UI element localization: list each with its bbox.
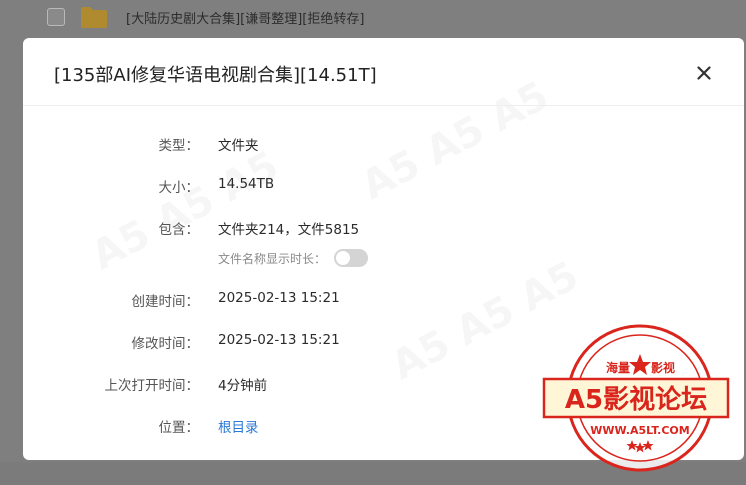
location-label: 位置： <box>158 420 200 436</box>
file-name[interactable]: [大陆历史剧大合集][谦哥整理][拒绝转存] <box>126 8 364 27</box>
forum-stamp-logo: 海量 影视 A5影视论坛 WWW.A5LT.COM <box>542 324 730 472</box>
folder-icon <box>81 7 107 28</box>
type-value: 文件夹 <box>218 138 259 154</box>
size-label: 大小： <box>158 180 200 196</box>
file-list-row[interactable]: [大陆历史剧大合集][谦哥整理][拒绝转存] <box>0 0 746 36</box>
row-checkbox[interactable] <box>47 8 65 26</box>
close-icon <box>697 66 711 80</box>
location-link[interactable]: 根目录 <box>218 416 259 436</box>
contains-label: 包含： <box>158 222 200 238</box>
dialog-header: [135部AI修复华语电视剧合集][14.51T] <box>23 38 744 106</box>
contains-value: 文件夹214，文件5815 <box>218 222 360 238</box>
created-row: 创建时间： 2025-02-13 15:21 <box>23 290 744 314</box>
toggle-knob <box>336 251 351 265</box>
stamp-top-text-right: 影视 <box>651 360 675 375</box>
type-row: 类型： 文件夹 <box>23 134 744 158</box>
show-duration-toggle[interactable] <box>334 249 369 267</box>
show-duration-label: 文件名称显示时长： <box>218 251 327 266</box>
created-label: 创建时间： <box>131 294 200 310</box>
contains-row: 包含： 文件夹214，文件5815 <box>23 218 744 242</box>
last-opened-value: 4分钟前 <box>218 378 268 394</box>
type-label: 类型： <box>158 138 200 154</box>
size-row: 大小： 14.54TB <box>23 176 744 200</box>
size-value: 14.54TB <box>218 176 275 192</box>
modified-value: 2025-02-13 15:21 <box>218 332 340 348</box>
modified-label: 修改时间： <box>131 336 200 352</box>
dialog-title: [135部AI修复华语电视剧合集][14.51T] <box>54 65 377 86</box>
created-value: 2025-02-13 15:21 <box>218 290 340 306</box>
stamp-main-text: A5影视论坛 <box>565 385 707 415</box>
show-duration-row: 文件名称显示时长： <box>218 247 518 269</box>
stamp-url: WWW.A5LT.COM <box>590 424 689 437</box>
close-button[interactable] <box>691 60 717 86</box>
last-opened-label: 上次打开时间： <box>104 378 200 394</box>
stamp-top-text: 海量 <box>606 360 630 375</box>
